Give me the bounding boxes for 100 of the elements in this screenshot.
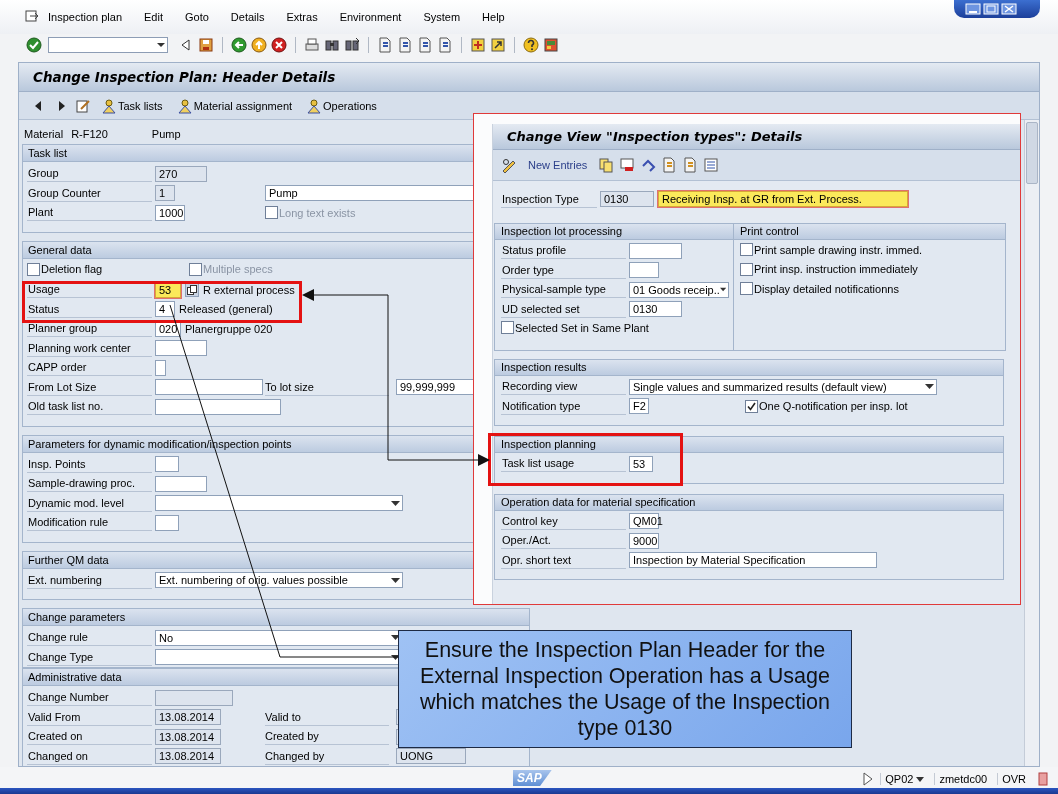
print-icon[interactable]	[304, 37, 320, 53]
play-icon[interactable]	[860, 771, 875, 787]
checkbox[interactable]: One Q-notification per insp. lot	[745, 399, 908, 413]
toolbar-button[interactable]: Task lists	[97, 97, 167, 114]
checkmark-icon	[746, 400, 757, 412]
input-field[interactable]	[155, 689, 233, 706]
edit-icon[interactable]	[75, 97, 91, 114]
menu-item[interactable]: Environment	[339, 11, 402, 23]
check-icon[interactable]	[26, 37, 42, 53]
toolbar-button[interactable]: Material assignment	[172, 97, 297, 114]
input-field[interactable]: 1000	[155, 204, 185, 221]
input-field[interactable]: Receiving Insp. at GR from Ext. Process.	[658, 191, 908, 207]
command-field[interactable]	[48, 37, 168, 53]
menu-item[interactable]: Inspection plan	[48, 11, 122, 23]
checkbox[interactable]: Display detailed notificationns	[740, 282, 899, 296]
input-field[interactable]	[155, 398, 281, 415]
input-field[interactable]	[629, 242, 682, 259]
checkbox[interactable]: Print sample drawing instr. immed.	[740, 243, 923, 257]
caret-icon	[916, 776, 925, 782]
dropdown-field[interactable]: Single values and summarized results (default view)	[629, 378, 937, 395]
menu-item[interactable]: Edit	[144, 11, 163, 23]
input-field[interactable]: UONG	[396, 748, 466, 765]
caret-icon	[155, 40, 167, 50]
input-field[interactable]	[155, 340, 207, 357]
input-field[interactable]: Inspection by Material Specification	[629, 552, 877, 569]
screen-title: Change Inspection Plan: Header Details	[33, 69, 336, 85]
field-label: Group	[27, 165, 152, 183]
menu-item[interactable]: Goto	[184, 11, 209, 23]
input-field[interactable]: 0130	[600, 191, 654, 207]
field-label: Status profile	[501, 242, 626, 260]
field-label: Old task list no.	[27, 398, 152, 416]
input-field[interactable]: 99,999,999	[396, 379, 474, 396]
input-field[interactable]: 1	[155, 185, 175, 202]
field-label: Status	[27, 300, 152, 318]
caret-icon	[391, 635, 400, 641]
layout-icon[interactable]	[543, 37, 559, 53]
input-field[interactable]: 4	[155, 301, 175, 318]
field-label: Oper./Act.	[501, 532, 626, 550]
input-field[interactable]: 13.08.2014	[155, 748, 221, 765]
input-field[interactable]	[629, 262, 659, 279]
checkbox[interactable]: Selected Set in Same Plant	[501, 321, 649, 335]
lock-icon	[1036, 771, 1050, 787]
new-entries-button[interactable]: New Entries	[522, 159, 594, 171]
person-icon	[306, 97, 323, 114]
help-icon[interactable]	[523, 37, 539, 53]
toolbar-button[interactable]: Operations	[302, 97, 381, 114]
save-icon[interactable]	[198, 37, 214, 53]
field-label: Material	[24, 128, 64, 140]
material-description: Pump	[151, 128, 181, 140]
field-label: Changed by	[265, 747, 389, 765]
field-text: Released (general)	[179, 303, 273, 316]
group-header: Inspection planning	[495, 437, 1003, 453]
field-label: Change Number	[27, 689, 152, 707]
input-field[interactable]	[155, 359, 166, 376]
field-label: Created by	[265, 728, 389, 746]
group-header: Operation data for material specification	[495, 494, 1003, 511]
field-label: Notification type	[501, 397, 626, 415]
shortcut-icon[interactable]	[490, 37, 506, 53]
glasses-pencil-icon[interactable]	[501, 157, 517, 173]
input-field[interactable]: 270	[155, 165, 207, 182]
input-field[interactable]: 0130	[629, 301, 682, 318]
menu-item[interactable]: System	[423, 11, 461, 23]
group-header: Inspection results	[495, 360, 1003, 376]
input-field[interactable]: 9000	[629, 532, 659, 549]
dropdown-field[interactable]: Ext. numbering of orig. values possible	[155, 572, 403, 589]
input-field[interactable]: 13.08.2014	[155, 728, 221, 745]
dropdown-field[interactable]	[155, 495, 403, 512]
find-next-icon[interactable]	[344, 37, 360, 53]
window-controls[interactable]	[954, 0, 1040, 18]
input-field[interactable]: 13.08.2014	[155, 709, 221, 726]
scrollbar[interactable]	[1024, 120, 1039, 766]
person-icon	[176, 97, 193, 114]
menu-item[interactable]: Help	[482, 11, 505, 23]
field-label: Ext. numbering	[27, 571, 152, 589]
field-label: Dynamic mod. level	[27, 494, 152, 512]
system-dropdown[interactable]: QP02	[880, 773, 929, 785]
find-icon[interactable]	[324, 37, 340, 53]
status-text: OVR	[997, 773, 1030, 785]
checkbox[interactable]: Print insp. instruction immediately	[740, 262, 918, 276]
field-label: Control key	[501, 512, 626, 530]
field-label: Insp. Points	[27, 455, 152, 473]
section-header: Change parameters	[23, 609, 529, 626]
input-field[interactable]	[155, 379, 263, 396]
menu-item[interactable]: Extras	[286, 11, 318, 23]
menu-item[interactable]: Details	[230, 11, 265, 23]
group-header: Inspection lot processing	[495, 224, 733, 240]
input-field[interactable]	[155, 456, 179, 473]
field-label: Order type	[501, 261, 626, 279]
group-header: Print control	[734, 224, 1005, 240]
input-field[interactable]	[155, 514, 179, 531]
input-field[interactable]	[155, 475, 207, 492]
checkbox[interactable]: Deletion flag	[27, 262, 103, 276]
delete-icon[interactable]	[619, 157, 636, 173]
caret-icon	[391, 577, 400, 583]
field-label: CAPP order	[27, 359, 152, 377]
caret-icon	[719, 287, 726, 293]
dropdown-field[interactable]: 01 Goods receip..	[629, 281, 729, 298]
cancel-icon[interactable]	[271, 37, 287, 53]
input-field[interactable]: F2	[629, 398, 649, 415]
input-field[interactable]: 53	[629, 455, 653, 472]
